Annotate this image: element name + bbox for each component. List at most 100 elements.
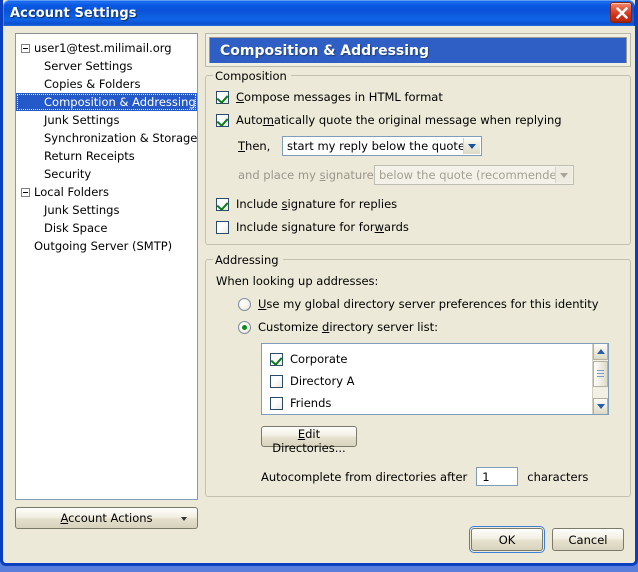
then-row: Then, start my reply below the quote — [216, 136, 620, 156]
tree-item-return-receipts[interactable]: Return Receipts — [16, 147, 197, 165]
tree-item-junk-settings[interactable]: Junk Settings — [16, 201, 197, 219]
signature-replies-row[interactable]: Include signature for replies — [216, 197, 620, 211]
directory-label: Directory A — [290, 374, 355, 388]
tree-item-label: Junk Settings — [44, 203, 120, 217]
tree-item-composition-addressing[interactable]: Composition & Addressing — [16, 93, 197, 111]
directory-label: Corporate — [290, 352, 348, 366]
addressing-group-title: Addressing — [213, 253, 283, 267]
scroll-down-button[interactable] — [593, 398, 608, 414]
tree-item-label: Copies & Folders — [44, 77, 141, 91]
auto-quote-checkbox[interactable] — [216, 113, 229, 127]
tree-item-label: Outgoing Server (SMTP) — [34, 239, 173, 253]
tree-item-server-settings[interactable]: Server Settings — [16, 57, 197, 75]
signature-forwards-row[interactable]: Include signature for forwards — [216, 220, 620, 234]
window-title: Account Settings — [10, 5, 137, 21]
account-actions-button[interactable]: Account Actions — [15, 507, 198, 529]
close-button[interactable] — [610, 2, 632, 23]
dialog-buttons: OK Cancel — [469, 526, 624, 553]
autocomplete-characters-input[interactable] — [476, 467, 519, 486]
settings-pane: Composition & Addressing Composition Com… — [205, 33, 631, 563]
scrollbar-thumb[interactable] — [593, 361, 608, 387]
tree-item-label: Security — [44, 167, 92, 181]
page-header-frame: Composition & Addressing — [205, 33, 631, 67]
tree-item-outgoing-server-smtp[interactable]: Outgoing Server (SMTP) — [16, 237, 197, 255]
tree-item-label: Server Settings — [44, 59, 133, 73]
scrollbar-grip-icon — [597, 370, 604, 379]
signature-forwards-checkbox[interactable] — [216, 220, 229, 234]
global-directory-radio[interactable] — [238, 297, 251, 311]
compose-html-checkbox[interactable] — [216, 90, 229, 104]
tree-item-label: Synchronization & Storage — [44, 131, 198, 145]
signature-placement-value: below the quote (recommended) — [379, 168, 569, 182]
scroll-up-button[interactable] — [593, 344, 608, 360]
directory-checkbox[interactable] — [270, 374, 283, 388]
arrow-down-icon — [596, 404, 605, 409]
tree-expander-minus-icon[interactable] — [21, 187, 30, 197]
custom-directory-row[interactable]: Customize directory server list: — [216, 320, 620, 334]
signature-replies-label: Include signature for replies — [236, 197, 398, 211]
close-icon — [616, 7, 628, 19]
directory-list-scrollbar[interactable] — [592, 344, 608, 414]
tree-item-junk-settings[interactable]: Junk Settings — [16, 111, 197, 129]
chevron-down-icon — [181, 517, 187, 521]
directory-label: Friends — [290, 396, 332, 410]
directory-list-item[interactable]: Corporate — [262, 348, 592, 370]
signature-forwards-label: Include signature for forwards — [236, 220, 409, 234]
accounts-tree: user1@test.milimail.org Server Settings Co… — [16, 34, 197, 255]
reply-position-select[interactable]: start my reply below the quote — [282, 136, 482, 156]
compose-html-label: Compose messages in HTML format — [236, 90, 443, 104]
directory-checkbox[interactable] — [270, 396, 283, 410]
autocomplete-prefix-label: Autocomplete from directories after — [261, 469, 468, 484]
account-settings-window: Account Settings user1@test.milimail.org… — [0, 0, 638, 566]
autocomplete-suffix-label: characters — [527, 469, 589, 484]
accounts-tree-panel: user1@test.milimail.org Server Settings Co… — [15, 33, 198, 500]
reply-position-dropdown-button[interactable] — [463, 138, 480, 154]
directory-checkbox[interactable] — [270, 352, 283, 366]
auto-quote-label: Automatically quote the original message… — [236, 113, 562, 127]
tree-item-synchronization-storage[interactable]: Synchronization & Storage — [16, 129, 197, 147]
compose-html-row[interactable]: Compose messages in HTML format — [216, 90, 620, 104]
auto-quote-row[interactable]: Automatically quote the original message… — [216, 113, 620, 127]
custom-directory-label: Customize directory server list: — [258, 320, 438, 334]
cancel-button[interactable]: Cancel — [552, 528, 624, 551]
signature-replies-checkbox[interactable] — [216, 197, 229, 211]
tree-item-label: Junk Settings — [44, 113, 120, 127]
directory-list[interactable]: Corporate Directory A Friends — [261, 343, 609, 415]
tree-item-label: Disk Space — [44, 221, 108, 235]
tree-item-disk-space[interactable]: Disk Space — [16, 219, 197, 237]
edit-directories-label: Edit Directories... — [272, 427, 346, 455]
directory-list-item[interactable]: Directory A — [262, 370, 592, 392]
tree-item-label: Local Folders — [34, 185, 109, 199]
composition-group-title: Composition — [213, 69, 291, 83]
tree-item-label: user1@test.milimail.org — [34, 41, 172, 55]
directory-list-item[interactable]: Friends — [262, 392, 592, 414]
tree-item-user1-test-milimail-org[interactable]: user1@test.milimail.org — [16, 39, 197, 57]
panel-body: Composition Compose messages in HTML for… — [205, 69, 631, 497]
chevron-down-icon — [468, 143, 476, 149]
title-bar: Account Settings — [3, 0, 635, 26]
tree-expander-minus-icon[interactable] — [21, 43, 30, 53]
lookup-addresses-label: When looking up addresses: — [216, 274, 379, 288]
tree-item-security[interactable]: Security — [16, 165, 197, 183]
page-title: Composition & Addressing — [209, 37, 627, 63]
tree-item-copies-folders[interactable]: Copies & Folders — [16, 75, 197, 93]
tree-item-local-folders[interactable]: Local Folders — [16, 183, 197, 201]
then-label: Then, — [238, 139, 271, 153]
tree-item-label: Composition & Addressing — [44, 95, 196, 109]
signature-placement-row: and place my signature below the quote (… — [216, 165, 620, 185]
chevron-down-icon — [560, 172, 568, 178]
global-directory-label: Use my global directory server preferenc… — [258, 297, 599, 311]
global-directory-row[interactable]: Use my global directory server preferenc… — [216, 297, 620, 311]
reply-position-value: start my reply below the quote — [287, 139, 466, 153]
addressing-group: Addressing When looking up addresses: Us… — [205, 253, 631, 497]
signature-placement-select: below the quote (recommended) — [374, 165, 574, 185]
ok-button[interactable]: OK — [469, 526, 545, 553]
edit-directories-button[interactable]: Edit Directories... — [261, 426, 357, 455]
signature-placement-dropdown-button — [555, 167, 572, 183]
directory-list-items: Corporate Directory A Friends — [262, 344, 592, 414]
composition-group: Composition Compose messages in HTML for… — [205, 69, 631, 245]
signature-placement-label: and place my signature — [238, 168, 374, 182]
custom-directory-radio[interactable] — [238, 320, 251, 334]
tree-item-label: Return Receipts — [44, 149, 135, 163]
arrow-up-icon — [596, 349, 605, 354]
